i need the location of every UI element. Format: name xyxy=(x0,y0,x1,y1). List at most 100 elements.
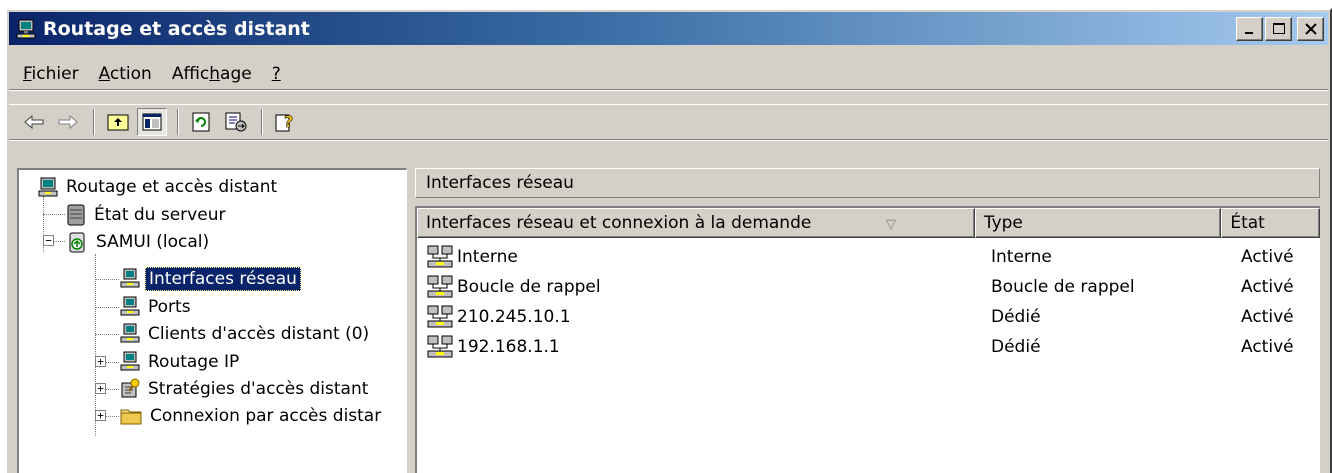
menu-affichage[interactable]: Affichage xyxy=(162,64,262,84)
show-hide-tree-button[interactable] xyxy=(137,108,167,136)
column-headers: Interfaces réseau et connexion à la dema… xyxy=(417,208,1320,238)
maximize-icon xyxy=(1272,23,1285,34)
forward-button[interactable] xyxy=(53,108,83,136)
tree-connector xyxy=(95,254,96,436)
up-folder-icon xyxy=(107,114,129,131)
network-interface-icon xyxy=(427,335,453,358)
window-title: Routage et accès distant xyxy=(43,17,310,40)
expand-toggle[interactable]: + xyxy=(95,383,106,394)
interface-name: Interne xyxy=(457,247,518,267)
back-arrow-icon xyxy=(24,114,44,130)
tree-item-label: Routage IP xyxy=(148,352,240,372)
routing-server-icon xyxy=(16,19,36,38)
interface-state: Activé xyxy=(1241,277,1294,297)
pane-title: Interfaces réseau xyxy=(415,168,1320,198)
tree-item-remote-clients[interactable]: Clients d'accès distant (0) xyxy=(119,321,372,347)
column-header-state[interactable]: État xyxy=(1221,208,1320,238)
export-list-button[interactable] xyxy=(221,108,251,136)
interface-name: Boucle de rappel xyxy=(457,277,601,297)
expand-toggle[interactable]: + xyxy=(95,356,106,367)
network-interfaces-icon xyxy=(120,268,140,288)
routing-server-icon xyxy=(38,177,58,197)
tree-item-root[interactable]: Routage et accès distant xyxy=(37,174,280,200)
column-header-type[interactable]: Type xyxy=(974,208,1222,238)
tree-item-label: SAMUI (local) xyxy=(96,232,210,252)
tree-connector xyxy=(95,307,119,308)
tree-item-label: État du serveur xyxy=(94,205,226,225)
toolbar: ? xyxy=(9,104,1328,140)
tree-item-label: Stratégies d'accès distant xyxy=(148,379,369,399)
svg-text:?: ? xyxy=(284,112,293,131)
minimize-button[interactable] xyxy=(1236,17,1263,41)
server-icon xyxy=(69,232,85,253)
tree-connector xyxy=(43,214,65,215)
interface-state: Activé xyxy=(1241,337,1294,357)
close-button[interactable] xyxy=(1297,17,1324,41)
interface-type: Dédié xyxy=(991,337,1041,357)
tree-connector xyxy=(95,334,119,335)
details-pane: Interfaces réseau Interfaces réseau et c… xyxy=(415,168,1320,473)
menu-help[interactable]: ? xyxy=(262,64,291,84)
menu-action[interactable]: Action xyxy=(89,64,162,84)
tree-item-ip-routing[interactable]: Routage IP xyxy=(119,349,242,375)
collapse-toggle[interactable]: − xyxy=(43,235,54,246)
help-button[interactable]: ? xyxy=(271,108,301,136)
title-bar[interactable]: Routage et accès distant xyxy=(9,12,1328,45)
tree-item-server-status[interactable]: État du serveur xyxy=(65,202,228,228)
console-tree[interactable]: Routage et accès distant État du serveur… xyxy=(17,168,407,473)
tree-item-ports[interactable]: Ports xyxy=(119,294,194,320)
toolbar-separator xyxy=(93,109,95,135)
toolbar-separator xyxy=(261,109,263,135)
menu-bar: Fichier Action Affichage ? xyxy=(9,58,1328,90)
remote-clients-icon xyxy=(120,323,140,343)
maximize-button[interactable] xyxy=(1265,17,1292,41)
server-status-icon xyxy=(67,204,85,226)
network-interface-icon xyxy=(427,305,453,328)
pane-title-text: Interfaces réseau xyxy=(426,173,574,193)
interface-type: Boucle de rappel xyxy=(991,277,1135,297)
interface-type: Interne xyxy=(991,247,1052,267)
tree-item-label: Interfaces réseau xyxy=(145,267,301,291)
close-icon xyxy=(1304,23,1317,35)
interface-state: Activé xyxy=(1241,307,1294,327)
folder-icon xyxy=(120,409,142,425)
menu-fichier[interactable]: Fichier xyxy=(13,64,89,84)
ip-routing-icon xyxy=(120,351,140,371)
table-row[interactable]: 192.168.1.1 Dédié Activé xyxy=(417,332,1320,362)
table-row[interactable]: Interne Interne Activé xyxy=(417,242,1320,272)
refresh-button[interactable] xyxy=(187,108,217,136)
tree-item-server[interactable]: SAMUI (local) xyxy=(65,229,212,255)
tree-connector xyxy=(95,279,119,280)
ports-icon xyxy=(120,296,140,316)
tree-item-label: Connexion par accès distar xyxy=(150,406,382,426)
tree-item-label: Routage et accès distant xyxy=(66,177,278,197)
remote-access-policy-icon xyxy=(121,378,140,398)
interface-type: Dédié xyxy=(991,307,1041,327)
sort-descending-icon: ▽ xyxy=(886,217,896,232)
interface-name: 192.168.1.1 xyxy=(457,337,560,357)
table-row[interactable]: 210.245.10.1 Dédié Activé xyxy=(417,302,1320,332)
network-interface-icon xyxy=(427,245,453,268)
table-row[interactable]: Boucle de rappel Boucle de rappel Activé xyxy=(417,272,1320,302)
tree-item-network-interfaces[interactable]: Interfaces réseau xyxy=(119,266,301,292)
tree-item-label: Ports xyxy=(148,297,191,317)
column-header-name[interactable]: Interfaces réseau et connexion à la dema… xyxy=(417,208,975,238)
tree-item-label: Clients d'accès distant (0) xyxy=(148,324,370,344)
tree-item-remote-policies[interactable]: Stratégies d'accès distant xyxy=(119,376,371,402)
tree-item-remote-connection[interactable]: Connexion par accès distar xyxy=(119,403,384,429)
toolbar-separator xyxy=(177,109,179,135)
details-list[interactable]: Interfaces réseau et connexion à la dema… xyxy=(415,206,1320,473)
back-button[interactable] xyxy=(19,108,49,136)
minimize-icon xyxy=(1244,32,1253,34)
help-icon: ? xyxy=(275,112,294,132)
interface-name: 210.245.10.1 xyxy=(457,307,571,327)
interface-state: Activé xyxy=(1241,247,1294,267)
export-list-icon xyxy=(225,112,247,132)
network-interface-icon xyxy=(427,275,453,298)
refresh-icon xyxy=(192,112,210,132)
forward-arrow-icon xyxy=(58,114,78,130)
show-hide-tree-icon xyxy=(142,113,162,131)
expand-toggle[interactable]: + xyxy=(95,410,106,421)
up-one-level-button[interactable] xyxy=(103,108,133,136)
app-window: Routage et accès distant Fichier Action … xyxy=(5,8,1332,473)
